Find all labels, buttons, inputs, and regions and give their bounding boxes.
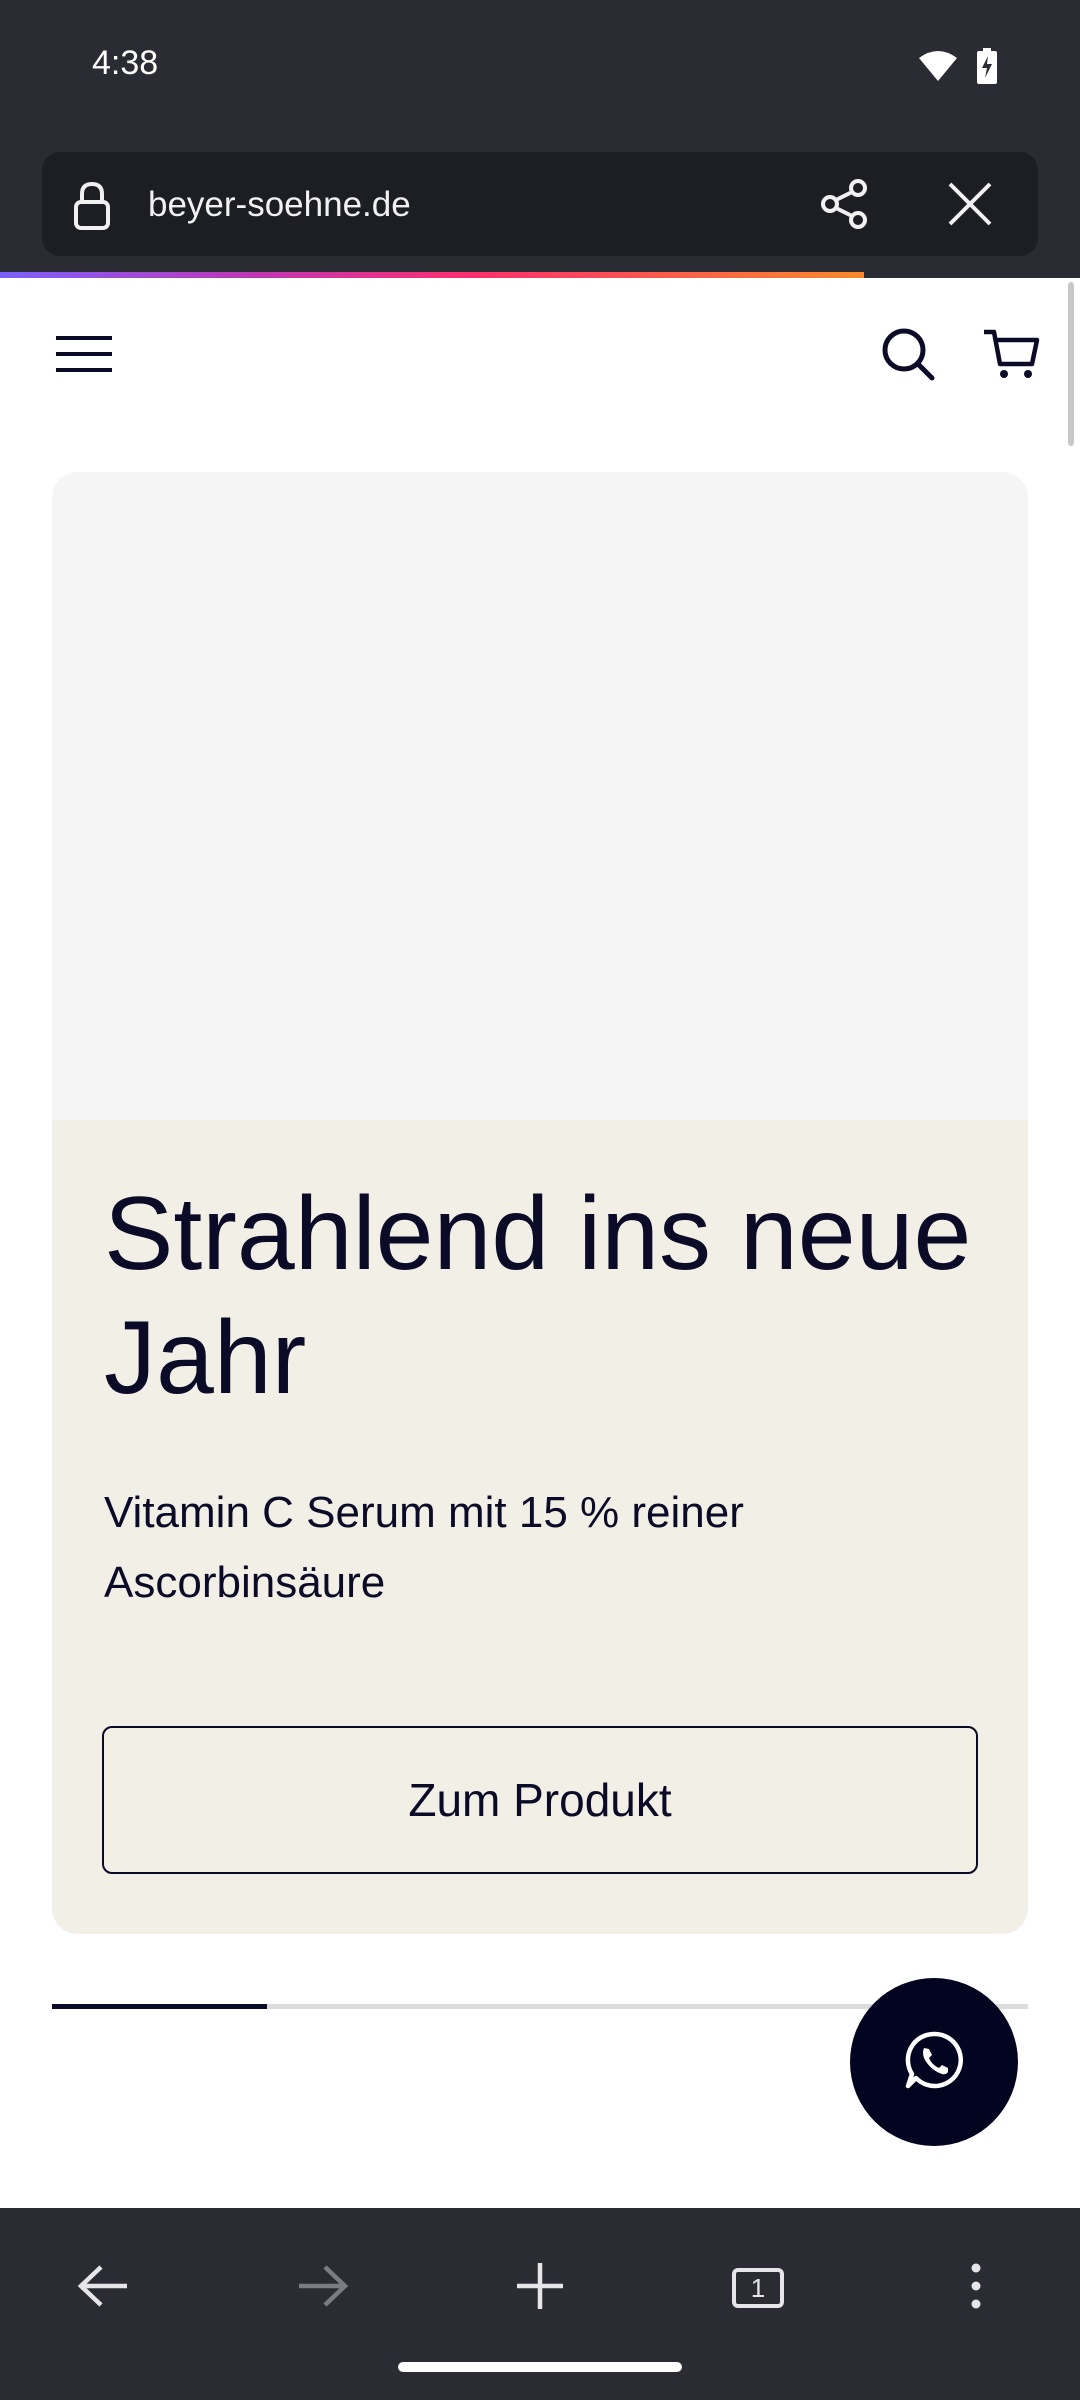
url-text[interactable]: beyer-soehne.de [148,185,411,225]
battery-charging-icon [976,48,998,89]
site-header [0,278,1080,428]
forward-arrow-icon [295,2264,349,2313]
tab-switcher-icon: 1 [732,2268,784,2308]
tab-count: 1 [750,2272,766,2303]
status-icons [918,48,998,89]
hero-subtitle: Vitamin C Serum mit 15 % reiner Ascorbin… [104,1488,744,1607]
product-button[interactable]: Zum Produkt [102,1726,978,1874]
more-menu-button[interactable] [936,2248,1016,2328]
hero-image [52,472,1028,1120]
new-tab-button[interactable] [500,2248,580,2328]
whatsapp-button[interactable] [850,1978,1018,2146]
hero-banner: Strahlend ins neue Jahr Vitamin C Serum … [52,472,1028,1934]
back-button[interactable] [64,2248,144,2328]
status-bar: 4:38 [0,0,1080,140]
tab-switcher-button[interactable]: 1 [718,2248,798,2328]
share-icon[interactable] [818,178,870,235]
forward-button[interactable] [282,2248,362,2328]
wifi-icon [918,50,958,87]
hero-title: Strahlend ins neue Jahr [104,1176,972,1416]
home-indicator[interactable] [398,2362,682,2372]
web-page: Strahlend ins neue Jahr Vitamin C Serum … [0,278,1080,2208]
whatsapp-icon [902,2028,966,2097]
menu-icon[interactable] [56,334,112,379]
carousel-progress-fill [52,2004,267,2009]
search-icon[interactable] [880,326,936,387]
back-arrow-icon [77,2264,131,2313]
address-bar[interactable]: beyer-soehne.de [42,152,1038,256]
browser-toolbar: beyer-soehne.de [0,140,1080,272]
cart-icon[interactable] [982,326,1040,387]
more-menu-icon [970,2262,982,2315]
lock-icon[interactable] [72,180,112,237]
new-tab-plus-icon [515,2261,565,2316]
close-icon[interactable] [946,180,994,233]
browser-bottom-nav: 1 [0,2208,1080,2400]
status-time: 4:38 [92,44,159,82]
